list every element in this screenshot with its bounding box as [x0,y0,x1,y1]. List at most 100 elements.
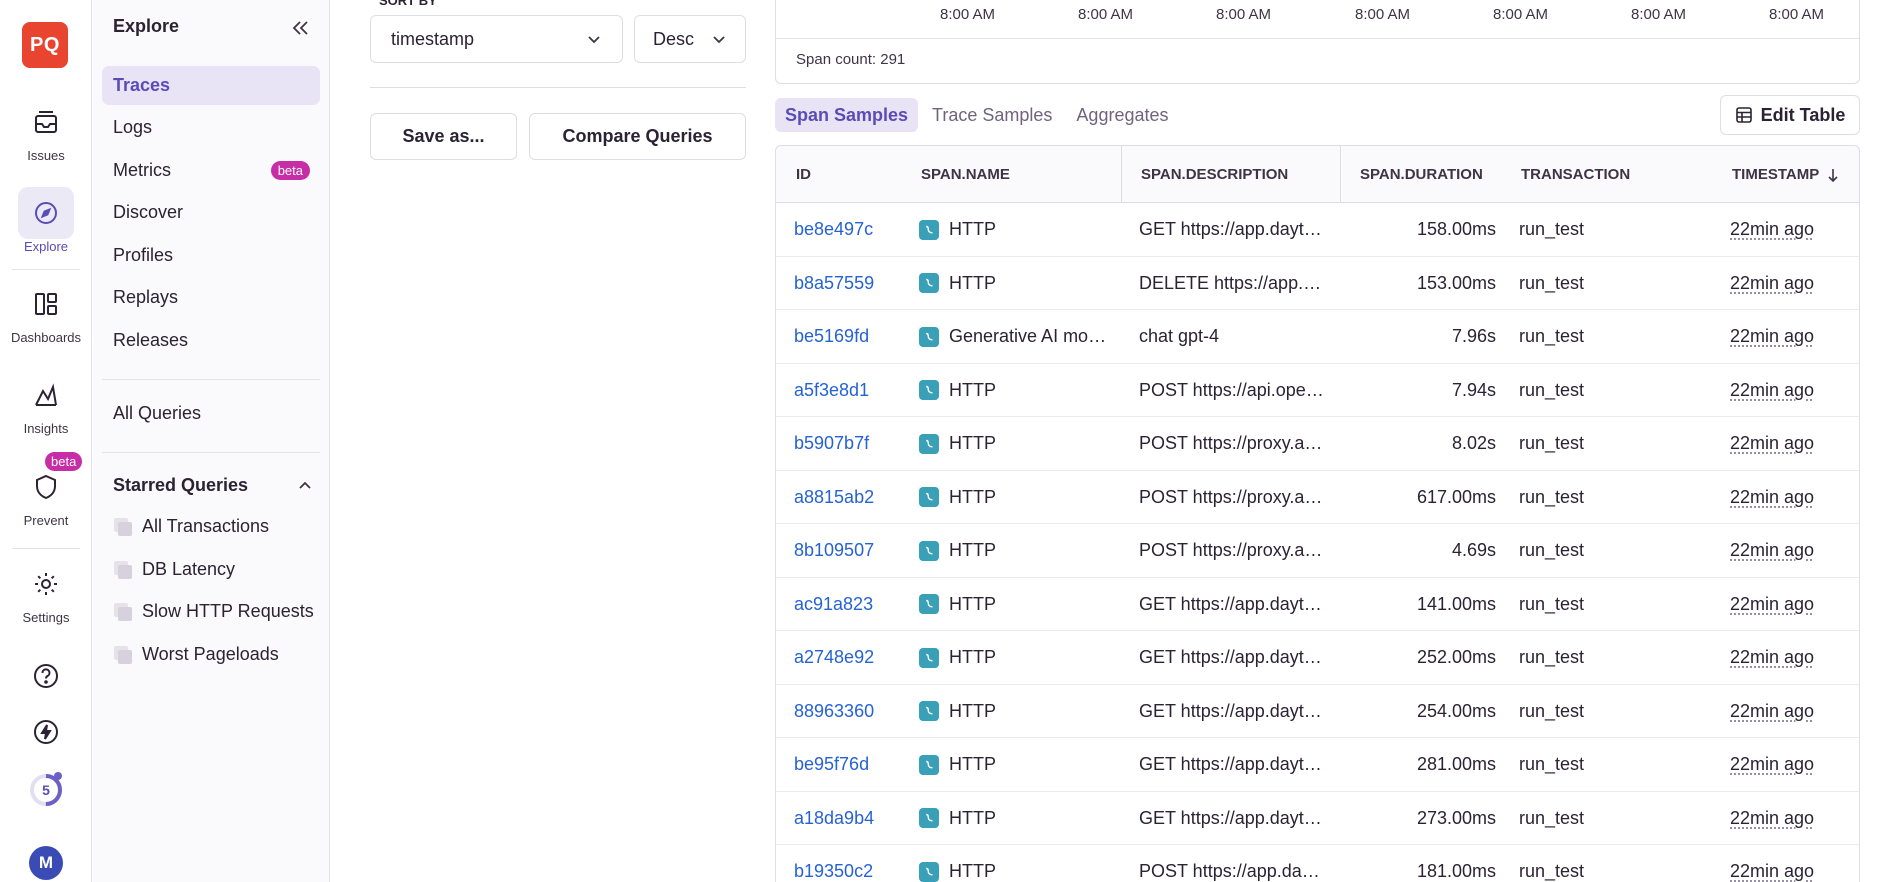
span-samples-table: ID SPAN.NAME SPAN.DESCRIPTION SPAN.DURAT… [775,145,1860,882]
span-id-link[interactable]: a18da9b4 [794,792,914,845]
rail-item-prevent[interactable]: Prevent [0,461,92,528]
span-description-cell: GET https://app.dayt… [1139,700,1322,721]
transaction-cell[interactable]: run_test [1519,792,1679,845]
transaction-cell[interactable]: run_test [1519,578,1679,631]
span-name-cell: HTTP [919,845,1115,882]
column-header-id[interactable]: ID [796,146,811,203]
column-header-transaction[interactable]: TRANSACTION [1521,146,1630,203]
chart-card: 8:00 AM 8:00 AM 8:00 AM 8:00 AM 8:00 AM … [775,0,1860,84]
onboarding-progress[interactable]: 5 [26,770,66,810]
rail-label: Issues [27,148,65,163]
nav-item-label: Traces [113,75,171,95]
rail-item-dashboards[interactable]: Dashboards [0,278,92,345]
compare-queries-button[interactable]: Compare Queries [529,113,746,160]
table-row[interactable]: a5f3e8d1 HTTP POST https://api.ope… 7.94s ru… [776,364,1859,417]
avatar[interactable]: M [29,846,63,880]
transaction-cell[interactable]: run_test [1519,738,1679,791]
starred-query-label: Slow HTTP Requests [142,601,314,621]
tab-span-samples[interactable]: Span Samples [775,98,919,132]
span-id-link[interactable]: a2748e92 [794,631,914,684]
column-header-span-duration[interactable]: SPAN.DURATION [1360,146,1483,203]
table-row[interactable]: 88963360 HTTP GET https://app.dayt… 254.00m… [776,685,1859,738]
nav-item-replays[interactable]: Replays [102,278,320,317]
transaction-cell[interactable]: run_test [1519,524,1679,577]
transaction-cell[interactable]: run_test [1519,310,1679,363]
transaction-cell[interactable]: run_test [1519,417,1679,470]
nav-item-discover[interactable]: Discover [102,193,320,232]
table-row[interactable]: be95f76d HTTP GET https://app.dayt… 281.00m… [776,738,1859,792]
table-row[interactable]: 8b109507 HTTP POST https://proxy.a… 4.69s ru… [776,524,1859,578]
column-header-timestamp[interactable]: TIMESTAMP [1732,146,1841,203]
org-logo[interactable]: PQ [22,22,68,68]
column-header-span-description[interactable]: SPAN.DESCRIPTION [1141,146,1288,203]
span-duration-cell: 8.02s [1451,433,1496,453]
save-as-button[interactable]: Save as... [370,113,517,160]
span-op-icon [919,647,939,668]
starred-query-item[interactable]: Worst Pageloads [113,644,279,665]
table-row[interactable]: a18da9b4 HTTP GET https://app.dayt… 273.00m… [776,792,1859,845]
column-resize-handle[interactable] [1121,146,1122,203]
starred-query-item[interactable]: Slow HTTP Requests [113,601,314,622]
shield-icon [18,461,74,513]
nav-item-traces[interactable]: Traces [102,66,320,105]
lightning-icon[interactable] [26,712,66,752]
span-name: HTTP [949,807,996,828]
transaction-cell[interactable]: run_test [1519,364,1679,417]
nav-item-metrics[interactable]: Metrics beta [102,151,320,190]
table-row[interactable]: be5169fd Generative AI mo… chat gpt-4 7.96s… [776,310,1859,364]
nav-item-all-queries[interactable]: All Queries [102,394,320,433]
tab-trace-samples[interactable]: Trace Samples [922,98,1062,132]
nav-item-label: Replays [113,287,179,307]
rail-item-explore[interactable]: Explore [0,187,92,254]
sort-order-select[interactable]: Desc [634,15,746,63]
rail-item-insights[interactable]: Insights [0,369,92,436]
sort-field-select[interactable]: timestamp [370,15,623,63]
span-id-link[interactable]: be8e497c [794,203,914,256]
starred-query-item[interactable]: All Transactions [113,516,269,537]
table-row[interactable]: ac91a823 HTTP GET https://app.dayt… 141.00m… [776,578,1859,631]
transaction-cell[interactable]: run_test [1519,845,1679,882]
span-id-link[interactable]: a5f3e8d1 [794,364,914,417]
span-id-link[interactable]: be5169fd [794,310,914,363]
table-header: ID SPAN.NAME SPAN.DESCRIPTION SPAN.DURAT… [776,146,1859,203]
span-id-link[interactable]: be95f76d [794,738,914,791]
table-row[interactable]: a2748e92 HTTP GET https://app.dayt… 252.00m… [776,631,1859,685]
span-id-link[interactable]: b8a57559 [794,257,914,310]
nav-item-logs[interactable]: Logs [102,108,320,147]
table-row[interactable]: a8815ab2 HTTP POST https://proxy.a… 617.00m… [776,471,1859,524]
nav-item-label: Metrics [113,160,171,180]
span-id-link[interactable]: b19350c2 [794,845,914,882]
nav-item-profiles[interactable]: Profiles [102,236,320,275]
column-header-span-name[interactable]: SPAN.NAME [921,146,1010,203]
timestamp-cell: 22min ago [1730,647,1815,667]
span-id-link[interactable]: a8815ab2 [794,471,914,524]
nav-item-releases[interactable]: Releases [102,321,320,360]
span-count: Span count: 291 [796,51,906,68]
edit-table-button[interactable]: Edit Table [1720,95,1860,135]
starred-queries-header[interactable]: Starred Queries [113,475,313,496]
help-icon[interactable] [26,656,66,696]
rail-item-issues[interactable]: Issues [0,96,92,163]
transaction-cell[interactable]: run_test [1519,685,1679,738]
chevron-down-icon [713,36,725,44]
table-row[interactable]: b5907b7f HTTP POST https://proxy.a… 8.02s ru… [776,417,1859,471]
tab-aggregates[interactable]: Aggregates [1066,98,1178,132]
span-id-link[interactable]: 88963360 [794,685,914,738]
chart-divider [776,38,1859,39]
span-id-link[interactable]: 8b109507 [794,524,914,577]
starred-query-item[interactable]: DB Latency [113,559,235,580]
span-id-link[interactable]: b5907b7f [794,417,914,470]
transaction-cell[interactable]: run_test [1519,203,1679,256]
timestamp-cell: 22min ago [1730,540,1815,560]
transaction-cell[interactable]: run_test [1519,471,1679,524]
transaction-cell[interactable]: run_test [1519,631,1679,684]
span-id-link[interactable]: ac91a823 [794,578,914,631]
column-resize-handle[interactable] [1340,146,1341,203]
rail-item-settings[interactable]: Settings [0,558,92,625]
span-description-cell: GET https://app.dayt… [1139,647,1322,667]
table-row[interactable]: b8a57559 HTTP DELETE https://app.… 153.00ms… [776,257,1859,310]
collapse-sidebar-button[interactable] [287,15,313,41]
transaction-cell[interactable]: run_test [1519,257,1679,310]
table-row[interactable]: be8e497c HTTP GET https://app.dayt… 158.00m… [776,203,1859,257]
table-row[interactable]: b19350c2 HTTP POST https://app.da… 181.00ms… [776,845,1859,882]
